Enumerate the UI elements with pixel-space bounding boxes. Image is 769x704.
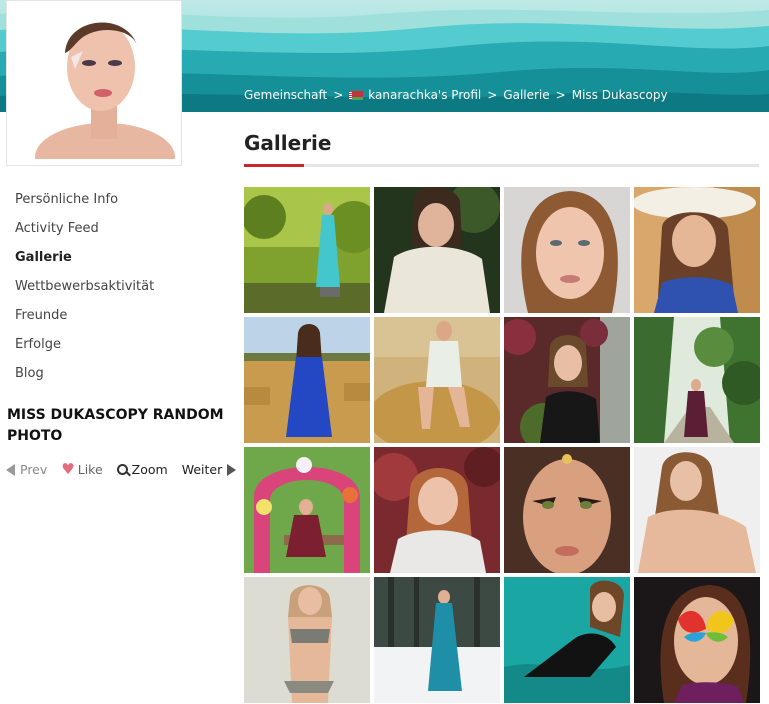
prev-arrow-icon — [6, 463, 15, 476]
breadcrumb-community-link[interactable]: Gemeinschaft — [244, 88, 327, 102]
gallery-photo[interactable] — [504, 447, 630, 573]
photo-image — [374, 447, 500, 573]
gallery-photo[interactable] — [634, 447, 760, 573]
photo-image — [504, 447, 630, 573]
gallery-photo[interactable] — [244, 577, 370, 703]
next-button[interactable]: Weiter — [182, 462, 237, 477]
sidebar-item-activity-feed[interactable]: Activity Feed — [15, 219, 154, 248]
photo-image — [634, 447, 760, 573]
random-photo-controls: Prev ♥ Like Zoom Weiter — [6, 460, 237, 478]
prev-label: Prev — [20, 462, 48, 477]
gallery-photo[interactable] — [504, 187, 630, 313]
gallery-photo[interactable] — [634, 317, 760, 443]
gallery-photo[interactable] — [244, 187, 370, 313]
title-divider-accent — [244, 164, 304, 167]
next-label: Weiter — [181, 462, 223, 477]
gallery-photo[interactable] — [634, 577, 760, 703]
next-arrow-icon — [227, 463, 237, 476]
profile-avatar[interactable] — [6, 0, 182, 166]
breadcrumb-separator: > — [487, 88, 498, 102]
photo-image — [504, 577, 630, 703]
sidebar-item-gallery[interactable]: Gallerie — [15, 248, 154, 277]
photo-image — [244, 447, 370, 573]
breadcrumb-separator: > — [333, 88, 344, 102]
sidebar-item-achievements[interactable]: Erfolge — [15, 335, 154, 364]
gallery-photo[interactable] — [504, 317, 630, 443]
photo-image — [244, 577, 370, 703]
breadcrumb-current-page: Miss Dukascopy — [571, 88, 668, 102]
gallery-photo[interactable] — [374, 447, 500, 573]
random-photo-heading: MISS DUKASCOPY RANDOM PHOTO — [7, 407, 224, 444]
gallery-photo[interactable] — [374, 577, 500, 703]
photo-gallery-grid — [244, 187, 760, 703]
title-divider — [244, 164, 759, 167]
gallery-photo[interactable] — [244, 447, 370, 573]
breadcrumb-separator: > — [555, 88, 566, 102]
photo-image — [374, 187, 500, 313]
photo-image — [244, 317, 370, 443]
gallery-photo[interactable] — [374, 187, 500, 313]
photo-image — [504, 187, 630, 313]
prev-button[interactable]: Prev — [6, 462, 47, 477]
avatar-portrait-image — [13, 7, 175, 159]
photo-image — [244, 187, 370, 313]
breadcrumb-gallery-link[interactable]: Gallerie — [503, 88, 549, 102]
photo-image — [374, 577, 500, 703]
magnifier-icon — [116, 464, 128, 475]
heart-icon: ♥ — [61, 460, 75, 478]
sidebar-item-contest-activity[interactable]: Wettbewerbsaktivität — [15, 277, 154, 306]
photo-image — [504, 317, 630, 443]
zoom-button[interactable]: Zoom — [116, 462, 168, 477]
profile-sidebar-nav: Persönliche Info Activity Feed Gallerie … — [15, 190, 154, 393]
gallery-photo[interactable] — [634, 187, 760, 313]
gallery-photo[interactable] — [374, 317, 500, 443]
photo-image — [634, 317, 760, 443]
belarus-flag-icon — [349, 90, 364, 100]
photo-image — [634, 577, 760, 703]
breadcrumb-profile-link[interactable]: kanarachka's Profil — [368, 88, 481, 102]
sidebar-item-personal-info[interactable]: Persönliche Info — [15, 190, 154, 219]
photo-image — [634, 187, 760, 313]
photo-image — [374, 317, 500, 443]
zoom-label: Zoom — [131, 462, 168, 477]
page-title: Gallerie — [244, 131, 332, 155]
gallery-photo[interactable] — [504, 577, 630, 703]
breadcrumb: Gemeinschaft > kanarachka's Profil > Gal… — [244, 88, 668, 102]
sidebar-item-blog[interactable]: Blog — [15, 364, 154, 393]
like-button[interactable]: ♥ Like — [61, 460, 103, 478]
gallery-photo[interactable] — [244, 317, 370, 443]
sidebar-item-friends[interactable]: Freunde — [15, 306, 154, 335]
like-label: Like — [77, 462, 103, 477]
